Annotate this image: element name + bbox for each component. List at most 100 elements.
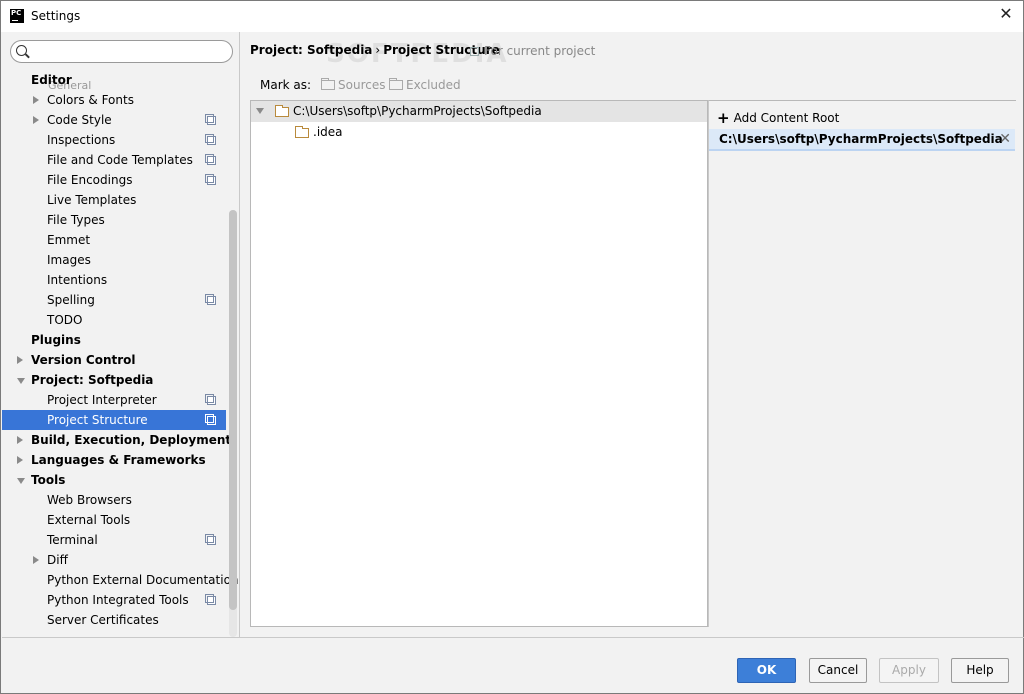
folder-icon: [275, 105, 289, 117]
sidebar-item-inspections[interactable]: Inspections: [2, 130, 226, 150]
chevron-down-icon[interactable]: [17, 378, 25, 384]
sidebar-item-plugins[interactable]: Plugins: [2, 330, 226, 350]
sidebar-item-label: Project Interpreter: [47, 393, 157, 407]
content-roots-pane: + Add Content Root C:\Users\softp\Pycharm…: [708, 100, 1016, 627]
sidebar-item-spelling[interactable]: Spelling: [2, 290, 226, 310]
sidebar-item-label: File and Code Templates: [47, 153, 193, 167]
sidebar-item-project-interpreter[interactable]: Project Interpreter: [2, 390, 226, 410]
excluded-folder-icon: [389, 78, 403, 90]
add-content-root-button[interactable]: + Add Content Root: [717, 109, 839, 127]
chevron-right-icon[interactable]: [17, 456, 23, 464]
sidebar-item-project-softpedia[interactable]: Project: Softpedia: [2, 370, 226, 390]
sidebar-item-label: Python Integrated Tools: [47, 593, 189, 607]
sidebar-item-build-execution-deployment[interactable]: Build, Execution, Deployment: [2, 430, 231, 450]
content-root-path: C:\Users\softp\PycharmProjects\Softpedia: [719, 132, 1003, 146]
sidebar-item-label: Web Browsers: [47, 493, 132, 507]
mark-excluded-button[interactable]: Excluded: [389, 78, 461, 92]
project-level-icon: [205, 594, 216, 605]
apply-button[interactable]: Apply: [879, 658, 939, 683]
sidebar-item-editor[interactable]: Editor: [2, 70, 226, 90]
sidebar-item-file-types[interactable]: File Types: [2, 210, 226, 230]
sidebar-item-label: Python External Documentation: [47, 573, 239, 587]
sidebar-item-python-external-documentation[interactable]: Python External Documentation: [2, 570, 239, 590]
sidebar-item-label: Live Templates: [47, 193, 137, 207]
sidebar-item-todo[interactable]: TODO: [2, 310, 226, 330]
chevron-right-icon[interactable]: [17, 356, 23, 364]
sidebar-item-label: Colors & Fonts: [47, 93, 134, 107]
sidebar-item-label: Diff: [47, 553, 68, 567]
window-title: Settings: [31, 9, 81, 23]
sidebar-item-label: Spelling: [47, 293, 95, 307]
sidebar-item-label: Terminal: [47, 533, 98, 547]
sidebar-item-label: Version Control: [31, 353, 136, 367]
close-window-button[interactable]: ✕: [999, 6, 1013, 22]
breadcrumb-project: Project: Softpedia: [250, 43, 373, 57]
chevron-right-icon[interactable]: [33, 556, 39, 564]
project-level-icon: [205, 534, 216, 545]
sidebar-item-colors-fonts[interactable]: Colors & Fonts: [2, 90, 226, 110]
help-button[interactable]: Help: [951, 658, 1009, 683]
sidebar-item-label: Project: Softpedia: [31, 373, 154, 387]
sidebar-item-diff[interactable]: Diff: [2, 550, 226, 570]
sidebar-item-label: External Tools: [47, 513, 131, 527]
content-tree-pane: C:\Users\softp\PycharmProjects\Softpedia…: [250, 100, 708, 627]
sidebar-item-label: Emmet: [47, 233, 91, 247]
sidebar-item-label: Tools: [31, 473, 66, 487]
content-tree-root[interactable]: C:\Users\softp\PycharmProjects\Softpedia: [251, 101, 707, 122]
sidebar-item-label: Project Structure: [47, 413, 148, 427]
content-root-entry[interactable]: C:\Users\softp\PycharmProjects\Softpedia…: [709, 129, 1015, 151]
settings-sidebar: General Editor Colors & Fonts Code Style In…: [2, 32, 240, 637]
sidebar-item-python-integrated-tools[interactable]: Python Integrated Tools: [2, 590, 226, 610]
search-input[interactable]: [10, 40, 233, 63]
sidebar-item-external-tools[interactable]: External Tools: [2, 510, 226, 530]
chevron-right-icon[interactable]: [17, 436, 23, 444]
chevron-right-icon[interactable]: [33, 96, 39, 104]
project-level-icon: [205, 154, 216, 165]
sidebar-item-intentions[interactable]: Intentions: [2, 270, 226, 290]
sidebar-item-label: Intentions: [47, 273, 108, 287]
project-level-icon: [205, 394, 216, 405]
sidebar-item-version-control[interactable]: Version Control: [2, 350, 226, 370]
sidebar-item-server-certificates[interactable]: Server Certificates: [2, 610, 226, 630]
sidebar-scrollbar-thumb[interactable]: [229, 210, 237, 610]
sidebar-item-images[interactable]: Images: [2, 250, 226, 270]
sidebar-item-file-and-code-templates[interactable]: File and Code Templates: [2, 150, 226, 170]
project-level-icon: [205, 294, 216, 305]
sidebar-item-label: Languages & Frameworks: [31, 453, 206, 467]
breadcrumb: Project: Softpedia › Project Structure: [250, 43, 500, 57]
sidebar-item-tools[interactable]: Tools: [2, 470, 226, 490]
expand-down-icon[interactable]: [256, 108, 264, 114]
sidebar-item-label: Code Style: [47, 113, 112, 127]
search-icon: [16, 45, 27, 56]
chevron-down-icon[interactable]: [17, 478, 25, 484]
content-tree-child[interactable]: .idea: [251, 122, 707, 142]
sidebar-item-live-templates[interactable]: Live Templates: [2, 190, 226, 210]
sidebar-item-code-style[interactable]: Code Style: [2, 110, 226, 130]
chevron-right-icon[interactable]: [33, 116, 39, 124]
sidebar-item-label: File Types: [47, 213, 105, 227]
sidebar-item-label: Inspections: [47, 133, 116, 147]
sidebar-item-label: Editor: [31, 73, 72, 87]
sidebar-item-terminal[interactable]: Terminal: [2, 530, 226, 550]
mark-as-label: Mark as:: [260, 78, 312, 92]
cancel-button[interactable]: Cancel: [809, 658, 867, 683]
content-tree-root-label: C:\Users\softp\PycharmProjects\Softpedia: [293, 104, 542, 118]
sidebar-item-label: Server Certificates: [47, 613, 159, 627]
mark-sources-label: Sources: [338, 78, 386, 92]
mark-sources-button[interactable]: Sources: [321, 78, 385, 92]
settings-window: PC Settings ✕ General Editor Colors & Fon…: [0, 0, 1024, 694]
project-scope-icon: [470, 47, 479, 56]
sidebar-item-web-browsers[interactable]: Web Browsers: [2, 490, 226, 510]
mark-excluded-label: Excluded: [406, 78, 461, 92]
plus-icon: +: [717, 109, 730, 127]
add-content-root-label: Add Content Root: [733, 111, 840, 125]
sources-folder-icon: [321, 78, 335, 90]
remove-root-icon[interactable]: ✕: [999, 129, 1011, 149]
sidebar-item-file-encodings[interactable]: File Encodings: [2, 170, 226, 190]
project-level-icon: [205, 114, 216, 125]
sidebar-item-languages-frameworks[interactable]: Languages & Frameworks: [2, 450, 226, 470]
project-level-icon: [205, 414, 216, 425]
sidebar-item-project-structure[interactable]: Project Structure: [2, 410, 226, 430]
sidebar-item-emmet[interactable]: Emmet: [2, 230, 226, 250]
ok-button[interactable]: OK: [737, 658, 796, 683]
